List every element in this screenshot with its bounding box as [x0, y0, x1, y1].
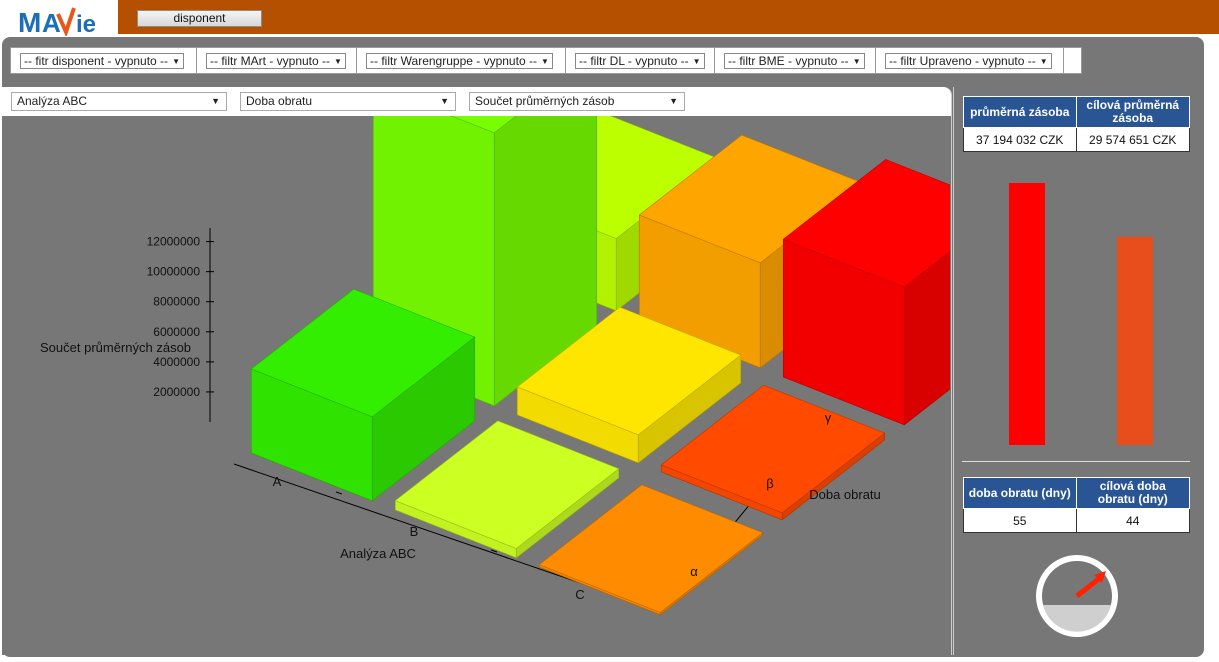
- x-category-label: C: [575, 587, 584, 602]
- filter-upraveno-select[interactable]: -- filtr Upraveno - vypnuto -- ▼: [885, 52, 1052, 69]
- panel-divider: [953, 87, 954, 655]
- target-stock-value: 29 574 651 CZK: [1075, 127, 1190, 152]
- target-turnover-header: cílová doba obratu (dny): [1075, 477, 1190, 509]
- stock-comparison-chart: [1009, 183, 1153, 445]
- filter-cell: -- filtr BME - vypnuto -- ▼: [715, 48, 876, 73]
- y-tick-label: 10000000: [147, 265, 201, 279]
- filter-dl-select[interactable]: -- filtr DL - vypnuto -- ▼: [575, 52, 705, 69]
- filter-cell: -- filtr Upraveno - vypnuto -- ▼: [876, 48, 1064, 73]
- disponent-tab-button[interactable]: disponent: [137, 10, 262, 27]
- header-bar: [118, 0, 1219, 34]
- svg-text:ie: ie: [76, 11, 96, 36]
- turnover-kpi-table: doba obratu (dny) cílová doba obratu (dn…: [963, 477, 1190, 533]
- z-axis-select[interactable]: Doba obratu ▼: [240, 92, 456, 111]
- turnover-gauge: [1036, 555, 1118, 637]
- z-axis-title: Doba obratu: [809, 487, 881, 502]
- y-tick-label: 6000000: [153, 325, 200, 339]
- y-tick-label: 8000000: [153, 295, 200, 309]
- y-tick-label: 4000000: [153, 355, 200, 369]
- filter-cell: -- filtr Warengruppe - vypnuto -- ▼: [357, 48, 566, 73]
- filter-cell: -- fitr disponent - vypnuto -- ▼: [11, 48, 197, 73]
- value-select[interactable]: Součet průměrných zásob ▼: [469, 92, 685, 111]
- filter-mart-select[interactable]: -- filtr MArt - vypnuto -- ▼: [206, 52, 346, 69]
- bar-chart-3d[interactable]: 2000000 4000000 6000000 8000000 10000000 1200…: [2, 116, 950, 654]
- target-stock-header: cílová průměrná zásoba: [1075, 96, 1190, 128]
- z-category-label: α: [690, 564, 698, 579]
- y-tick-label: 12000000: [147, 235, 201, 249]
- avg-stock-header: průměrná zásoba: [963, 96, 1077, 128]
- turnover-header: doba obratu (dny): [963, 477, 1077, 509]
- target-stock-bar: [1117, 236, 1153, 445]
- x-category-label: B: [410, 524, 419, 539]
- filter-cell: -- filtr DL - vypnuto -- ▼: [566, 48, 715, 73]
- filter-cell: -- filtr MArt - vypnuto -- ▼: [197, 48, 357, 73]
- svg-text:A: A: [42, 8, 61, 36]
- filter-bar: -- fitr disponent - vypnuto -- ▼ -- filtr…: [10, 47, 1082, 74]
- filter-disponent-select[interactable]: -- fitr disponent - vypnuto -- ▼: [20, 52, 184, 69]
- avg-stock-value: 37 194 032 CZK: [963, 127, 1077, 152]
- filter-cell-empty: [1064, 48, 1081, 73]
- svg-text:M: M: [18, 7, 41, 36]
- x-axis-title: Analýza ABC: [340, 546, 416, 561]
- z-category-label: β: [766, 476, 773, 491]
- target-turnover-value: 44: [1075, 508, 1190, 533]
- y-axis-title: Součet průměrných zásob: [40, 340, 191, 355]
- kpi-divider: [962, 461, 1190, 462]
- turnover-value: 55: [963, 508, 1077, 533]
- x-tick: [490, 549, 498, 553]
- x-tick: [335, 491, 343, 495]
- filter-bme-select[interactable]: -- filtr BME - vypnuto -- ▼: [724, 52, 865, 69]
- x-axis-select[interactable]: Analýza ABC ▼: [11, 92, 227, 111]
- mavie-logo: M A ie: [18, 7, 96, 36]
- stock-kpi-table: průměrná zásoba cílová průměrná zásoba 3…: [963, 96, 1190, 152]
- z-category-label: γ: [825, 410, 832, 425]
- avg-stock-bar: [1009, 183, 1045, 445]
- y-tick-label: 2000000: [153, 385, 200, 399]
- x-category-label: A: [273, 474, 282, 489]
- filter-warengruppe-select[interactable]: -- filtr Warengruppe - vypnuto -- ▼: [366, 52, 553, 69]
